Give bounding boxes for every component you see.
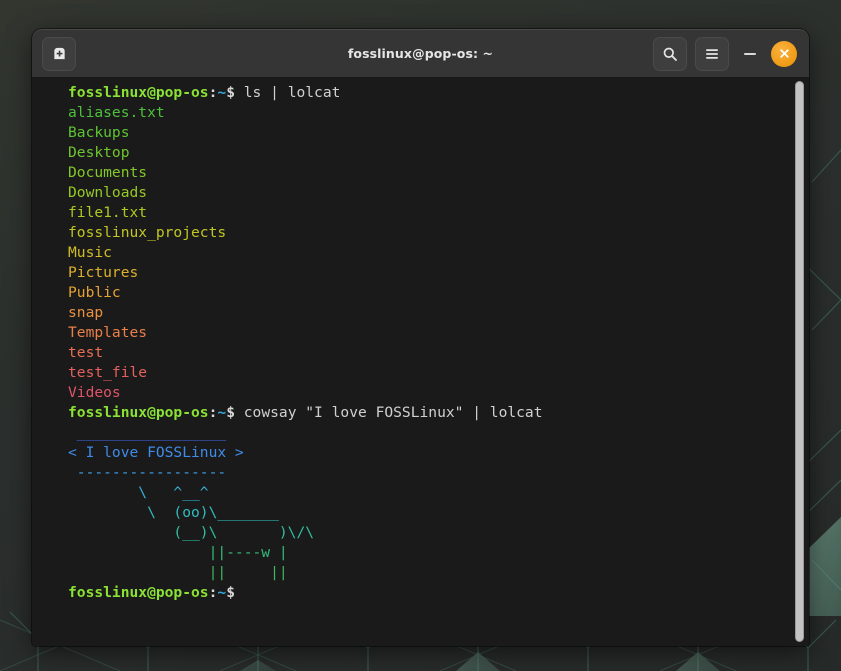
terminal-output-line: (__)\ )\/\ xyxy=(68,523,543,543)
minimize-icon xyxy=(744,52,756,55)
terminal-output-line: aliases.txt xyxy=(68,103,543,123)
search-icon xyxy=(663,47,677,61)
minimize-button[interactable] xyxy=(737,41,763,67)
new-tab-button[interactable] xyxy=(42,36,76,71)
terminal-output-text: test xyxy=(68,344,104,361)
terminal-output-text: Templates xyxy=(68,324,148,341)
terminal-output-line: Backups xyxy=(68,123,543,143)
terminal-output-line: Documents xyxy=(68,163,543,183)
terminal-output-text: \ (oo)\_______ xyxy=(68,504,279,521)
terminal-output-line: \ (oo)\_______ xyxy=(68,503,543,523)
terminal-output-line: _________________ xyxy=(68,423,543,443)
terminal-scrollbar[interactable] xyxy=(795,81,804,642)
terminal-output-text: aliases.txt xyxy=(68,104,165,121)
prompt-user-host: fosslinux@pop-os xyxy=(68,84,209,101)
terminal-output-line: test_file xyxy=(68,363,543,383)
terminal-prompt-line: fosslinux@pop-os:~$ ls | lolcat xyxy=(68,83,543,103)
search-button[interactable] xyxy=(653,36,687,71)
terminal-output-line: snap xyxy=(68,303,543,323)
terminal-output-line: Downloads xyxy=(68,183,543,203)
terminal-output-text: Public xyxy=(68,284,121,301)
terminal-prompt-line: fosslinux@pop-os:~$ xyxy=(68,583,543,603)
terminal-output-line: Music xyxy=(68,243,543,263)
terminal-prompt-line: fosslinux@pop-os:~$ cowsay "I love FOSSL… xyxy=(68,403,543,423)
terminal-output-text: Videos xyxy=(68,384,121,401)
terminal-output-line: Desktop xyxy=(68,143,543,163)
prompt-path: ~ xyxy=(217,584,227,601)
terminal-output-line: Videos xyxy=(68,383,543,403)
terminal-body[interactable]: fosslinux@pop-os:~$ ls | lolcat aliases.t… xyxy=(32,77,809,646)
prompt-sigil: $ xyxy=(226,584,235,601)
terminal-output-text: Downloads xyxy=(68,184,148,201)
terminal-output-text: snap xyxy=(68,304,104,321)
prompt-sigil: $ xyxy=(226,84,235,101)
terminal-output-line: fosslinux_projects xyxy=(68,223,543,243)
new-tab-icon xyxy=(53,47,65,60)
terminal-output-text: < I love FOSSLinux > xyxy=(68,444,244,461)
terminal-output-text: || || xyxy=(68,564,288,581)
terminal-output-line: Templates xyxy=(68,323,543,343)
terminal-output-text: ||----w | xyxy=(68,544,288,561)
scrollbar-thumb[interactable] xyxy=(795,81,804,642)
terminal-output-text: Music xyxy=(68,244,112,261)
terminal-output-text: Backups xyxy=(68,124,130,141)
terminal-output-line: \ ^__^ xyxy=(68,483,543,503)
hamburger-menu-icon xyxy=(706,48,718,59)
prompt-sigil: $ xyxy=(226,404,235,421)
terminal-output-text: file1.txt xyxy=(68,204,148,221)
terminal-output-line: Public xyxy=(68,283,543,303)
terminal-window: fosslinux@pop-os: ~ fosslinux@pop-os:~$ … xyxy=(32,29,809,646)
terminal-output-line: || || xyxy=(68,563,543,583)
terminal-output-line: ||----w | xyxy=(68,543,543,563)
prompt-user-host: fosslinux@pop-os xyxy=(68,584,209,601)
terminal-command: ls | lolcat xyxy=(234,84,341,101)
titlebar-controls xyxy=(653,36,797,71)
terminal-output-line: ----------------- xyxy=(68,463,543,483)
terminal-output-text: \ ^__^ xyxy=(68,484,209,501)
terminal-output-text: Desktop xyxy=(68,144,130,161)
terminal-output-text: Pictures xyxy=(68,264,139,281)
terminal-output-text: (__)\ )\/\ xyxy=(68,524,315,541)
prompt-path: ~ xyxy=(217,404,227,421)
close-icon xyxy=(779,49,789,58)
prompt-path: ~ xyxy=(217,84,227,101)
terminal-output-text: Documents xyxy=(68,164,148,181)
terminal-command: cowsay "I love FOSSLinux" | lolcat xyxy=(234,404,543,421)
terminal-output-line: test xyxy=(68,343,543,363)
window-titlebar[interactable]: fosslinux@pop-os: ~ xyxy=(32,29,809,77)
close-button[interactable] xyxy=(771,40,797,67)
prompt-user-host: fosslinux@pop-os xyxy=(68,404,209,421)
terminal-output-text: fosslinux_projects xyxy=(68,224,227,241)
terminal-output-line: < I love FOSSLinux > xyxy=(68,443,543,463)
terminal-output-text: test_file xyxy=(68,364,148,381)
terminal-output-line: Pictures xyxy=(68,263,543,283)
menu-button[interactable] xyxy=(695,36,729,71)
terminal-output-text: ----------------- xyxy=(68,464,227,481)
terminal-output-text: _________________ xyxy=(68,424,227,441)
terminal-output-line: file1.txt xyxy=(68,203,543,223)
terminal-output: fosslinux@pop-os:~$ ls | lolcat aliases.t… xyxy=(32,77,543,603)
